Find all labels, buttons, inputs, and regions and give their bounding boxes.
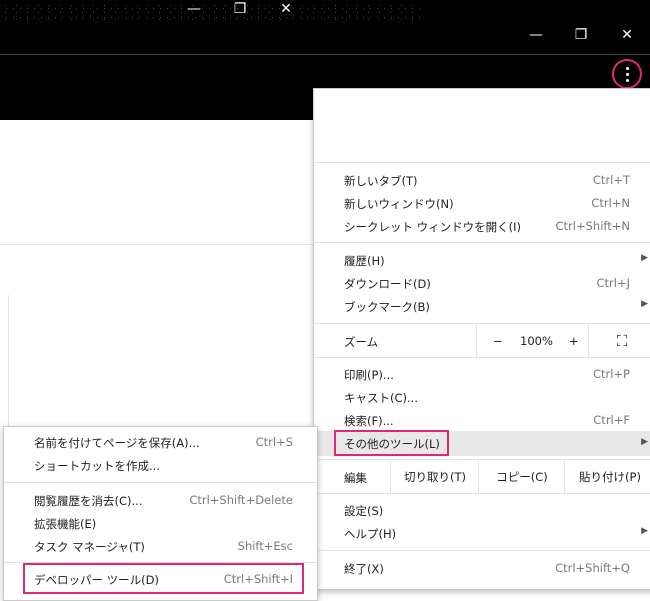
menu-label: ヘルプ(H): [344, 527, 397, 541]
submenu-item-create-shortcut[interactable]: ショートカットを作成...: [4, 454, 317, 477]
menu-shortcut: Ctrl+S: [255, 435, 293, 449]
menu-shortcut: Ctrl+Shift+Q: [555, 561, 630, 575]
zoom-controls: − 100% +: [476, 325, 589, 357]
menu-shortcut: Ctrl+F: [593, 413, 630, 427]
menu-item-exit[interactable]: 終了(X) Ctrl+Shift+Q: [314, 557, 650, 580]
menu-shortcut: Shift+Esc: [237, 539, 293, 553]
fullscreen-icon[interactable]: ⛶: [588, 325, 650, 357]
outer-restore-button[interactable]: ❐: [229, 0, 251, 18]
titlebar-divider: [0, 54, 650, 55]
submenu-item-developer-tools[interactable]: デベロッパー ツール(D) Ctrl+Shift+I: [4, 563, 317, 594]
menu-shortcut: Ctrl+T: [592, 173, 630, 187]
menu-item-bookmarks[interactable]: ブックマーク(B) ▶: [314, 295, 650, 318]
menu-item-find[interactable]: 検索(F)... Ctrl+F: [314, 409, 650, 432]
menu-item-cast[interactable]: キャスト(C)...: [314, 386, 650, 409]
outer-close-button[interactable]: ✕: [275, 0, 297, 18]
menu-shortcut: Ctrl+Shift+Delete: [189, 493, 293, 507]
more-tools-submenu: 名前を付けてページを保存(A)... Ctrl+S ショートカットを作成... 閲…: [3, 426, 318, 601]
main-menu: 新しいタブ(T) Ctrl+T 新しいウィンドウ(N) Ctrl+N シークレット …: [313, 88, 650, 590]
menu-label: シークレット ウィンドウを開く(I): [344, 220, 522, 234]
menu-label: デベロッパー ツール(D): [34, 573, 159, 587]
menu-label: その他のツール(L): [344, 437, 440, 451]
zoom-row: ズーム − 100% + ⛶: [314, 325, 650, 357]
chevron-right-icon: ▶: [641, 253, 648, 263]
edit-label: 編集: [344, 471, 367, 485]
menu-label: ショートカットを作成...: [34, 459, 160, 473]
menu-label: 拡張機能(E): [34, 517, 97, 531]
menu-shortcut: Ctrl+J: [596, 276, 631, 290]
menu-label: 新しいウィンドウ(N): [344, 197, 454, 211]
copy-button[interactable]: コピー(C): [478, 461, 565, 493]
menu-shortcut: Ctrl+Shift+I: [223, 572, 293, 586]
menu-shortcut: Ctrl+N: [591, 196, 630, 210]
chevron-right-icon: ▶: [641, 437, 648, 447]
kebab-menu-icon[interactable]: [612, 59, 642, 89]
menu-label: 印刷(P)...: [344, 368, 394, 382]
menu-label: 検索(F)...: [344, 414, 394, 428]
menu-label: 新しいタブ(T): [344, 174, 418, 188]
page-divider: [0, 244, 314, 245]
menu-item-settings[interactable]: 設定(S): [314, 499, 650, 522]
menu-item-incognito[interactable]: シークレット ウィンドウを開く(I) Ctrl+Shift+N: [314, 215, 650, 238]
menu-label: ブックマーク(B): [344, 300, 430, 314]
edit-row: 編集 切り取り(T) コピー(C) 貼り付け(P): [314, 461, 650, 493]
menu-shortcut: Ctrl+P: [592, 367, 630, 381]
zoom-level: 100%: [520, 334, 553, 348]
paste-button[interactable]: 貼り付け(P): [564, 461, 650, 493]
menu-label: 履歴(H): [344, 254, 385, 268]
zoom-label: ズーム: [344, 335, 379, 349]
menu-label: 終了(X): [344, 562, 384, 576]
menu-item-new-window[interactable]: 新しいウィンドウ(N) Ctrl+N: [314, 192, 650, 215]
menu-label: 設定(S): [344, 504, 384, 518]
outer-title-bar: — ❐ ✕: [0, 0, 650, 48]
menu-item-history[interactable]: 履歴(H) ▶: [314, 249, 650, 272]
menu-item-help[interactable]: ヘルプ(H) ▶: [314, 522, 650, 545]
menu-item-print[interactable]: 印刷(P)... Ctrl+P: [314, 363, 650, 386]
menu-label: 名前を付けてページを保存(A)...: [34, 436, 200, 450]
restore-button[interactable]: ❐: [570, 26, 592, 44]
menu-label: タスク マネージャ(T): [34, 540, 145, 554]
submenu-item-clear-history[interactable]: 閲覧履歴を消去(C)... Ctrl+Shift+Delete: [4, 489, 317, 512]
menu-item-downloads[interactable]: ダウンロード(D) Ctrl+J: [314, 272, 650, 295]
minimize-button[interactable]: —: [525, 26, 547, 44]
zoom-in-button[interactable]: +: [569, 325, 579, 357]
submenu-item-save-page[interactable]: 名前を付けてページを保存(A)... Ctrl+S: [4, 431, 317, 454]
chevron-right-icon: ▶: [641, 299, 648, 309]
menu-item-more-tools[interactable]: その他のツール(L) ▶: [314, 430, 650, 456]
submenu-item-task-manager[interactable]: タスク マネージャ(T) Shift+Esc: [4, 535, 317, 558]
menu-label: キャスト(C)...: [344, 391, 418, 405]
chevron-right-icon: ▶: [641, 526, 648, 536]
close-button[interactable]: ✕: [616, 26, 638, 44]
submenu-item-extensions[interactable]: 拡張機能(E): [4, 512, 317, 535]
cut-button[interactable]: 切り取り(T): [390, 461, 479, 493]
menu-label: ダウンロード(D): [344, 277, 431, 291]
outer-minimize-button[interactable]: —: [183, 0, 205, 18]
menu-shortcut: Ctrl+Shift+N: [555, 219, 630, 233]
zoom-out-button[interactable]: −: [493, 325, 503, 357]
menu-item-new-tab[interactable]: 新しいタブ(T) Ctrl+T: [314, 169, 650, 192]
menu-label: 閲覧履歴を消去(C)...: [34, 494, 143, 508]
